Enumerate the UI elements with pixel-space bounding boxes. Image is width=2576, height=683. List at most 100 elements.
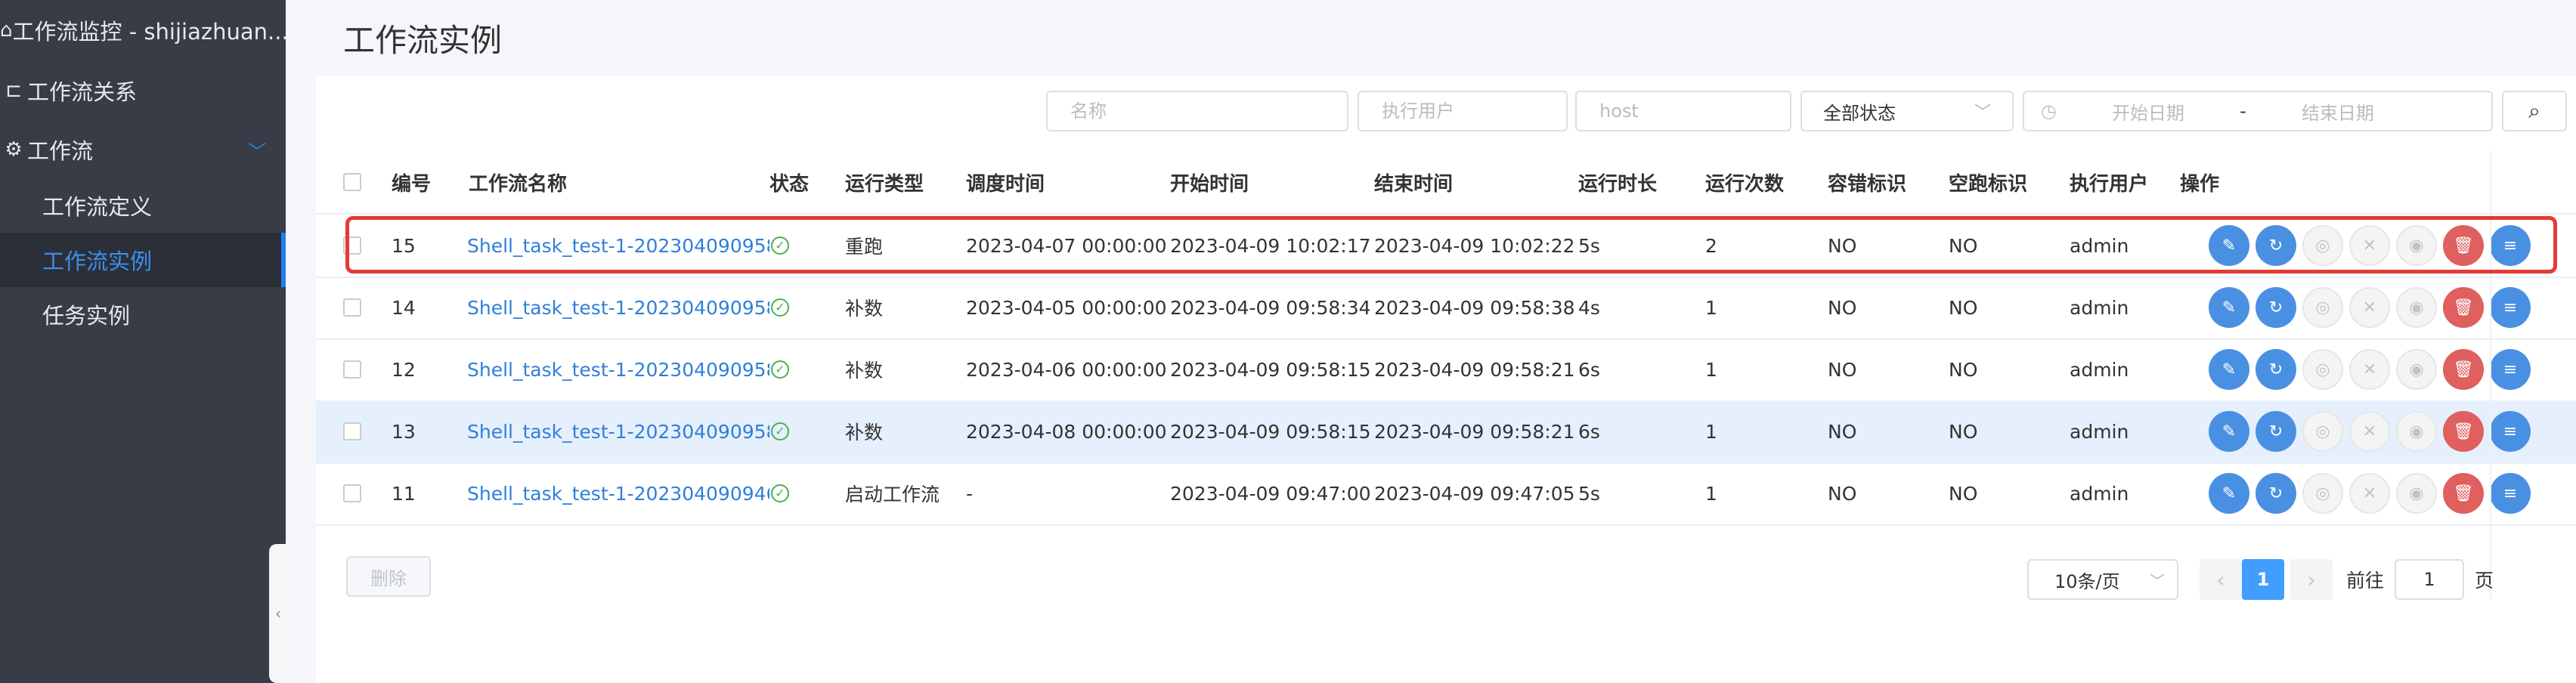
status-select[interactable]: 全部状态 ﹀ — [1800, 91, 2014, 131]
table-row: 14 Shell_task_test-1-2023040909583... ✓ … — [316, 277, 2576, 340]
rerun-icon: ↻ — [2268, 360, 2283, 379]
page-size-select[interactable]: 10条/页 ﹀ — [2027, 559, 2178, 600]
sidebar-item-workflow-relation[interactable]: ⊏ 工作流关系 — [0, 70, 286, 112]
sidebar-item-workflow-monitor[interactable]: ⌂ 工作流监控 - shijiazhuan... — [0, 9, 286, 51]
row-schedule-time: 2023-04-08 00:00:00 — [966, 420, 1167, 443]
sidebar-item-label: 工作流 — [27, 138, 94, 164]
gantt-button[interactable]: ≡ — [2490, 225, 2531, 266]
row-duration: 5s — [1578, 234, 1600, 257]
row-select-cell — [343, 462, 361, 524]
workflow-name-link[interactable]: Shell_task_test-1-2023040909581... — [467, 400, 769, 462]
row-executor: admin — [2070, 482, 2129, 505]
goto-page-input[interactable]: 1 — [2395, 559, 2465, 600]
next-page-button[interactable]: › — [2290, 559, 2333, 600]
pause-button[interactable]: ◉ — [2396, 287, 2437, 328]
sidebar-item-workflow-instance[interactable]: 工作流实例 — [0, 233, 286, 287]
success-check-icon: ✓ — [771, 360, 789, 379]
pause-button[interactable]: ◉ — [2396, 349, 2437, 390]
gantt-button[interactable]: ≡ — [2490, 287, 2531, 328]
edit-button[interactable]: ✎ — [2209, 225, 2249, 266]
row-dry-run: NO — [1949, 358, 1978, 381]
edit-icon: ✎ — [2221, 422, 2237, 441]
rerun-button[interactable]: ↻ — [2256, 473, 2296, 514]
row-checkbox[interactable] — [343, 422, 361, 440]
header-start-time: 开始时间 — [1170, 172, 1249, 196]
recover-button[interactable]: ◎ — [2302, 225, 2343, 266]
executor-input[interactable] — [1380, 100, 1545, 122]
rerun-button[interactable]: ↻ — [2256, 349, 2296, 390]
stop-icon: ✕ — [2362, 236, 2377, 255]
row-checkbox[interactable] — [343, 484, 361, 502]
edit-button[interactable]: ✎ — [2209, 287, 2249, 328]
row-dry-run: NO — [1949, 234, 1978, 257]
recover-button[interactable]: ◎ — [2302, 473, 2343, 514]
pause-button[interactable]: ◉ — [2396, 225, 2437, 266]
sidebar-collapse-handle[interactable]: ‹ — [269, 544, 287, 683]
recover-button[interactable]: ◎ — [2302, 287, 2343, 328]
host-input[interactable] — [1598, 100, 1769, 122]
workflow-name-link[interactable]: Shell_task_test-1-2023040909583... — [467, 277, 769, 338]
executor-filter[interactable] — [1358, 91, 1568, 131]
edit-button[interactable]: ✎ — [2209, 411, 2249, 452]
host-filter[interactable] — [1575, 91, 1791, 131]
select-all-checkbox[interactable] — [343, 173, 361, 191]
edit-button[interactable]: ✎ — [2209, 349, 2249, 390]
stop-button[interactable]: ✕ — [2349, 287, 2390, 328]
row-start-time: 2023-04-09 09:58:15 — [1170, 420, 1371, 443]
stop-button[interactable]: ✕ — [2349, 473, 2390, 514]
row-start-time: 2023-04-09 10:02:17 — [1170, 234, 1371, 257]
stop-button[interactable]: ✕ — [2349, 349, 2390, 390]
page-number-current[interactable]: 1 — [2242, 559, 2284, 600]
state-cell: ✓ — [771, 400, 789, 462]
sidebar-item-workflow-definition[interactable]: 工作流定义 — [0, 178, 286, 233]
date-range-picker[interactable]: ◷ 开始日期 - 结束日期 — [2023, 91, 2493, 131]
recover-button[interactable]: ◎ — [2302, 411, 2343, 452]
rerun-button[interactable]: ↻ — [2256, 225, 2296, 266]
pause-button[interactable]: ◉ — [2396, 473, 2437, 514]
row-checkbox[interactable] — [343, 298, 361, 317]
name-filter[interactable] — [1046, 91, 1348, 131]
rerun-icon: ↻ — [2268, 298, 2283, 317]
delete-icon: 🗑 — [2453, 484, 2474, 503]
edit-button[interactable]: ✎ — [2209, 473, 2249, 514]
gantt-button[interactable]: ≡ — [2490, 349, 2531, 390]
header-schedule-time: 调度时间 — [966, 172, 1045, 196]
gantt-button[interactable]: ≡ — [2490, 473, 2531, 514]
delete-icon: 🗑 — [2453, 422, 2474, 441]
pause-button[interactable]: ◉ — [2396, 411, 2437, 452]
delete-row-button[interactable]: 🗑 — [2443, 411, 2484, 452]
table-row: 12 Shell_task_test-1-2023040909581... ✓ … — [316, 338, 2576, 402]
row-actions: ✎ ↻ ◎ ✕ ◉ 🗑 ≡ — [2209, 462, 2531, 524]
sidebar-item-workflow[interactable]: ⚙ 工作流 ﹀ — [0, 128, 286, 171]
delete-row-button[interactable]: 🗑 — [2443, 349, 2484, 390]
workflow-name-link[interactable]: Shell_task_test-1-2023040909465... — [467, 462, 769, 524]
delete-row-button[interactable]: 🗑 — [2443, 473, 2484, 514]
row-checkbox[interactable] — [343, 236, 361, 255]
recover-icon: ◎ — [2315, 236, 2330, 255]
rerun-button[interactable]: ↻ — [2256, 287, 2296, 328]
row-start-time: 2023-04-09 09:58:15 — [1170, 358, 1371, 381]
gantt-button[interactable]: ≡ — [2490, 411, 2531, 452]
main-content: 工作流实例 全部状态 ﹀ ◷ 开始日期 - 结束日期 ⌕ 编号 — [286, 0, 2576, 683]
sidebar-item-task-instance[interactable]: 任务实例 — [0, 287, 286, 342]
batch-delete-button[interactable]: 删除 — [346, 556, 431, 597]
stop-button[interactable]: ✕ — [2349, 225, 2390, 266]
delete-row-button[interactable]: 🗑 — [2443, 225, 2484, 266]
edit-icon: ✎ — [2221, 298, 2237, 317]
row-fault-tolerant: NO — [1828, 482, 1857, 505]
name-input[interactable] — [1069, 100, 1326, 122]
rerun-button[interactable]: ↻ — [2256, 411, 2296, 452]
search-button[interactable]: ⌕ — [2502, 91, 2567, 131]
stop-icon: ✕ — [2362, 484, 2377, 503]
row-checkbox[interactable] — [343, 360, 361, 379]
workflow-name-link[interactable]: Shell_task_test-1-2023040909583... — [467, 215, 769, 277]
workflow-name-link[interactable]: Shell_task_test-1-2023040909581... — [467, 338, 769, 400]
prev-page-button[interactable]: ‹ — [2200, 559, 2242, 600]
table-row: 13 Shell_task_test-1-2023040909581... ✓ … — [316, 400, 2576, 464]
delete-row-button[interactable]: 🗑 — [2443, 287, 2484, 328]
stop-button[interactable]: ✕ — [2349, 411, 2390, 452]
goto-page: 前往 1 页 — [2346, 559, 2494, 600]
clock-icon: ◷ — [2041, 100, 2057, 122]
recover-button[interactable]: ◎ — [2302, 349, 2343, 390]
ops-column-divider — [2490, 151, 2491, 600]
